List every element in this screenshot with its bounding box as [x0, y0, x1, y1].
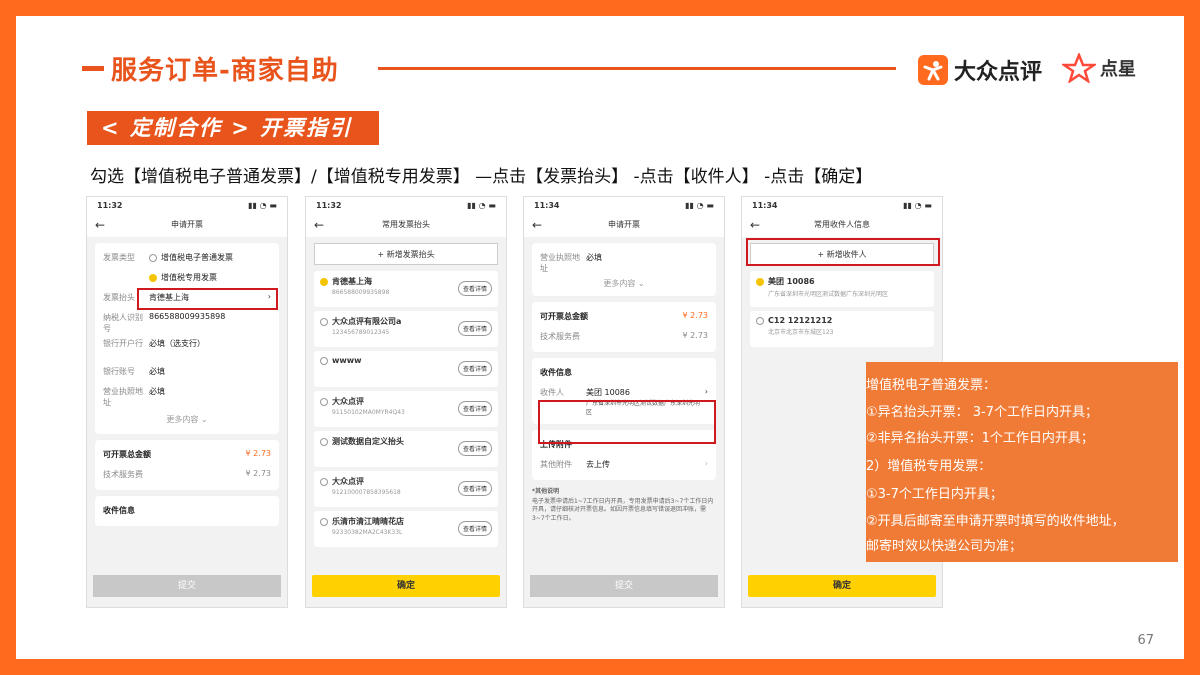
- note-line: 增值税电子普通发票：: [866, 378, 997, 393]
- invoice-type-option-1[interactable]: 增值税电子普通发票: [149, 252, 271, 263]
- note-line: ②开具后邮寄至申请开票时填写的收件地址，: [866, 514, 1125, 529]
- note-line: ②非异名抬头开票：1个工作日内开具；: [866, 431, 1094, 446]
- highlight-add-recipient: [746, 238, 940, 266]
- address-field[interactable]: 必填: [149, 386, 271, 397]
- radio-icon: [320, 397, 328, 406]
- dianping-logo: 大众点评: [918, 53, 1042, 87]
- slide: 服务订单-商家自助 大众点评 点星 < 定制合作 > 开票指引 勾选【增值税电子…: [16, 16, 1184, 659]
- screen-title: 申请开票: [171, 220, 203, 229]
- star-logo-icon: [1062, 53, 1096, 83]
- bank-field[interactable]: 必填（选支行）: [149, 338, 271, 349]
- note-line: ①3-7个工作日内开具；: [866, 487, 1003, 502]
- invoice-head-item[interactable]: 大众点评 912100007858395618 查看详情: [314, 471, 498, 507]
- status-bar: 11:34 ▮▮ ◔ ▬: [742, 197, 942, 213]
- radio-icon: [320, 517, 328, 526]
- confirm-button[interactable]: 确定: [748, 575, 936, 597]
- radio-icon: [320, 477, 328, 486]
- note-line: ①异名抬头开票： 3-7个工作日内开具；: [866, 405, 1099, 420]
- submit-button[interactable]: 提交: [530, 575, 718, 597]
- recipient-item[interactable]: C12 12121212 北京市北京市东城区123: [750, 311, 934, 347]
- more-toggle[interactable]: 更多内容 ⌄: [540, 276, 708, 291]
- highlight-invoice-head: [137, 288, 278, 310]
- page-title: 服务订单-商家自助: [111, 56, 339, 86]
- view-detail-button[interactable]: 查看详情: [457, 441, 492, 456]
- note-line: 邮寄时效以快递公司为准；: [866, 539, 1023, 554]
- recipient-item[interactable]: 美团 10086 广东省深圳市光明区测试数据广东深圳光明区: [750, 271, 934, 307]
- status-bar: 11:32 ▮▮ ◔ ▬: [87, 197, 287, 213]
- radio-icon: [320, 437, 328, 446]
- invoice-type-option-2[interactable]: 增值税专用发票: [149, 272, 271, 283]
- page-number: 67: [1137, 633, 1154, 648]
- invoice-head-item[interactable]: 大众点评有限公司a 123456789012345 查看详情: [314, 311, 498, 347]
- title-dash-left: [82, 66, 104, 71]
- nav-bar: ← 常用收件人信息: [742, 213, 942, 237]
- nav-bar: ← 申请开票: [524, 213, 724, 237]
- status-bar: 11:32 ▮▮ ◔ ▬: [306, 197, 506, 213]
- view-detail-button[interactable]: 查看详情: [457, 281, 492, 296]
- screen-title: 常用发票抬头: [382, 220, 430, 229]
- confirm-button[interactable]: 确定: [312, 575, 500, 597]
- radio-icon: [756, 277, 764, 286]
- back-arrow-icon[interactable]: ←: [532, 213, 542, 237]
- screen-title: 申请开票: [608, 220, 640, 229]
- dianping-logo-text: 大众点评: [954, 60, 1043, 85]
- phone-screen-apply-invoice-recipient: 11:34 ▮▮ ◔ ▬ ← 申请开票 营业执照地址 必填 更多内容 ⌄ 可开票总金…: [523, 196, 725, 608]
- screen-title: 常用收件人信息: [814, 220, 870, 229]
- phone-screen-invoice-heads: 11:32 ▮▮ ◔ ▬ ← 常用发票抬头 + 新增发票抬头 肯德基上海 86658…: [305, 196, 507, 608]
- invoice-head-item[interactable]: wwww 查看详情: [314, 351, 498, 387]
- instruction-text: 勾选【增值税电子普通发票】/【增值税专用发票】 —点击【发票抬头】 -点击【收件…: [90, 167, 873, 187]
- title-rule: [378, 67, 896, 70]
- radio-icon: [320, 317, 328, 326]
- add-invoice-head-button[interactable]: + 新增发票抬头: [314, 243, 498, 265]
- invoice-head-item[interactable]: 测试数据自定义抬头 查看详情: [314, 431, 498, 467]
- submit-button[interactable]: 提交: [93, 575, 281, 597]
- radio-icon: [756, 316, 764, 325]
- status-bar: 11:34 ▮▮ ◔ ▬: [524, 197, 724, 213]
- nav-bar: ← 申请开票: [87, 213, 287, 237]
- note-line: 2）增值税专用发票：: [866, 459, 992, 474]
- back-arrow-icon[interactable]: ←: [95, 213, 105, 237]
- section-banner: < 定制合作 > 开票指引: [87, 111, 379, 145]
- invoice-head-item[interactable]: 肯德基上海 866588009935898 查看详情: [314, 271, 498, 307]
- more-toggle[interactable]: 更多内容 ⌄: [103, 410, 271, 429]
- dianxing-logo-text: 点星: [1100, 59, 1136, 80]
- radio-icon: [320, 356, 328, 365]
- account-field[interactable]: 必填: [149, 366, 271, 377]
- highlight-recipient: [538, 400, 716, 444]
- invoice-form: 发票类型 增值税电子普通发票 增值税专用发票 发票抬头 肯德基上海 › 纳税人识别号 8…: [95, 243, 279, 434]
- phone-screen-apply-invoice: 11:32 ▮▮ ◔ ▬ ← 申请开票 发票类型 增值税电子普通发票 增值税专用发票…: [86, 196, 288, 608]
- attachment-row[interactable]: 其他附件 去上传 ›: [540, 455, 708, 475]
- view-detail-button[interactable]: 查看详情: [457, 321, 492, 336]
- view-detail-button[interactable]: 查看详情: [457, 401, 492, 416]
- back-arrow-icon[interactable]: ←: [750, 213, 760, 237]
- invoice-head-item[interactable]: 乐清市清江晴晴花店 92330382MA2C43K33L 查看详情: [314, 511, 498, 547]
- view-detail-button[interactable]: 查看详情: [457, 481, 492, 496]
- invoice-head-item[interactable]: 大众点评 91150102MA0MYR4Q43 查看详情: [314, 391, 498, 427]
- back-arrow-icon[interactable]: ←: [314, 213, 324, 237]
- dianping-logo-icon: [918, 55, 948, 85]
- view-detail-button[interactable]: 查看详情: [457, 521, 492, 536]
- radio-icon: [320, 277, 328, 286]
- notes-panel: 增值税电子普通发票： ①异名抬头开票： 3-7个工作日内开具； ②非异名抬头开票…: [866, 362, 1178, 562]
- dianxing-logo: 点星: [1062, 53, 1136, 83]
- nav-bar: ← 常用发票抬头: [306, 213, 506, 237]
- view-detail-button[interactable]: 查看详情: [457, 361, 492, 376]
